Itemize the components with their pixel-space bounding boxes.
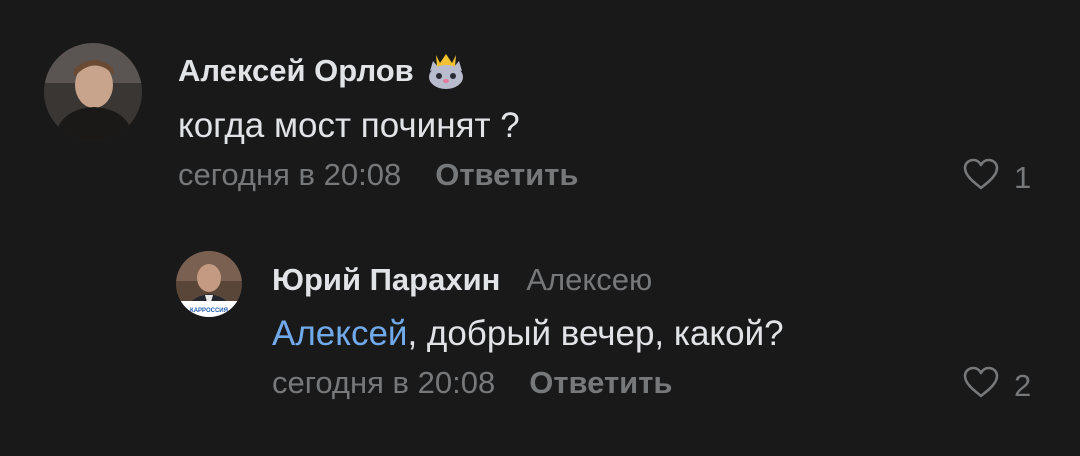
author-name[interactable]: Алексей Орлов bbox=[178, 53, 414, 89]
like-button[interactable]: 2 bbox=[962, 365, 1031, 407]
like-count: 1 bbox=[1014, 160, 1032, 195]
comment-author[interactable]: Алексей Орлов bbox=[178, 51, 468, 91]
reply-comment-item: КАРРОССИЯ Юрий Парахин Алексею Алексей, д… bbox=[0, 220, 1080, 456]
like-button[interactable]: 1 bbox=[962, 157, 1031, 199]
author-name[interactable]: Юрий Парахин bbox=[272, 262, 500, 298]
comment-timestamp: сегодня в 20:08 bbox=[178, 157, 402, 192]
avatar[interactable]: КАРРОССИЯ bbox=[176, 251, 242, 317]
avatar[interactable] bbox=[44, 43, 142, 141]
mention-link[interactable]: Алексей bbox=[272, 314, 407, 353]
comment-meta: сегодня в 20:08 Ответить bbox=[178, 157, 578, 193]
cat-crown-sticker-icon bbox=[424, 51, 468, 91]
avatar-caption: КАРРОССИЯ bbox=[190, 308, 228, 314]
comment-text: когда мост починят ? bbox=[178, 106, 520, 145]
heart-icon bbox=[962, 157, 1000, 199]
comment-text: Алексей, добрый вечер, какой? bbox=[272, 314, 784, 354]
comment-timestamp: сегодня в 20:08 bbox=[272, 365, 496, 400]
like-count: 2 bbox=[1014, 368, 1032, 403]
reply-to-link[interactable]: Алексею bbox=[526, 262, 652, 298]
reply-button[interactable]: Ответить bbox=[529, 365, 672, 400]
heart-icon bbox=[962, 365, 1000, 407]
comment-meta: сегодня в 20:08 Ответить bbox=[272, 365, 672, 401]
comment-item: Алексей Орлов когда мост починят ? сегод… bbox=[0, 0, 1080, 220]
reply-button[interactable]: Ответить bbox=[435, 157, 578, 192]
comment-author[interactable]: Юрий Парахин Алексею bbox=[272, 262, 652, 298]
comment-text-body: , добрый вечер, какой? bbox=[407, 314, 784, 353]
